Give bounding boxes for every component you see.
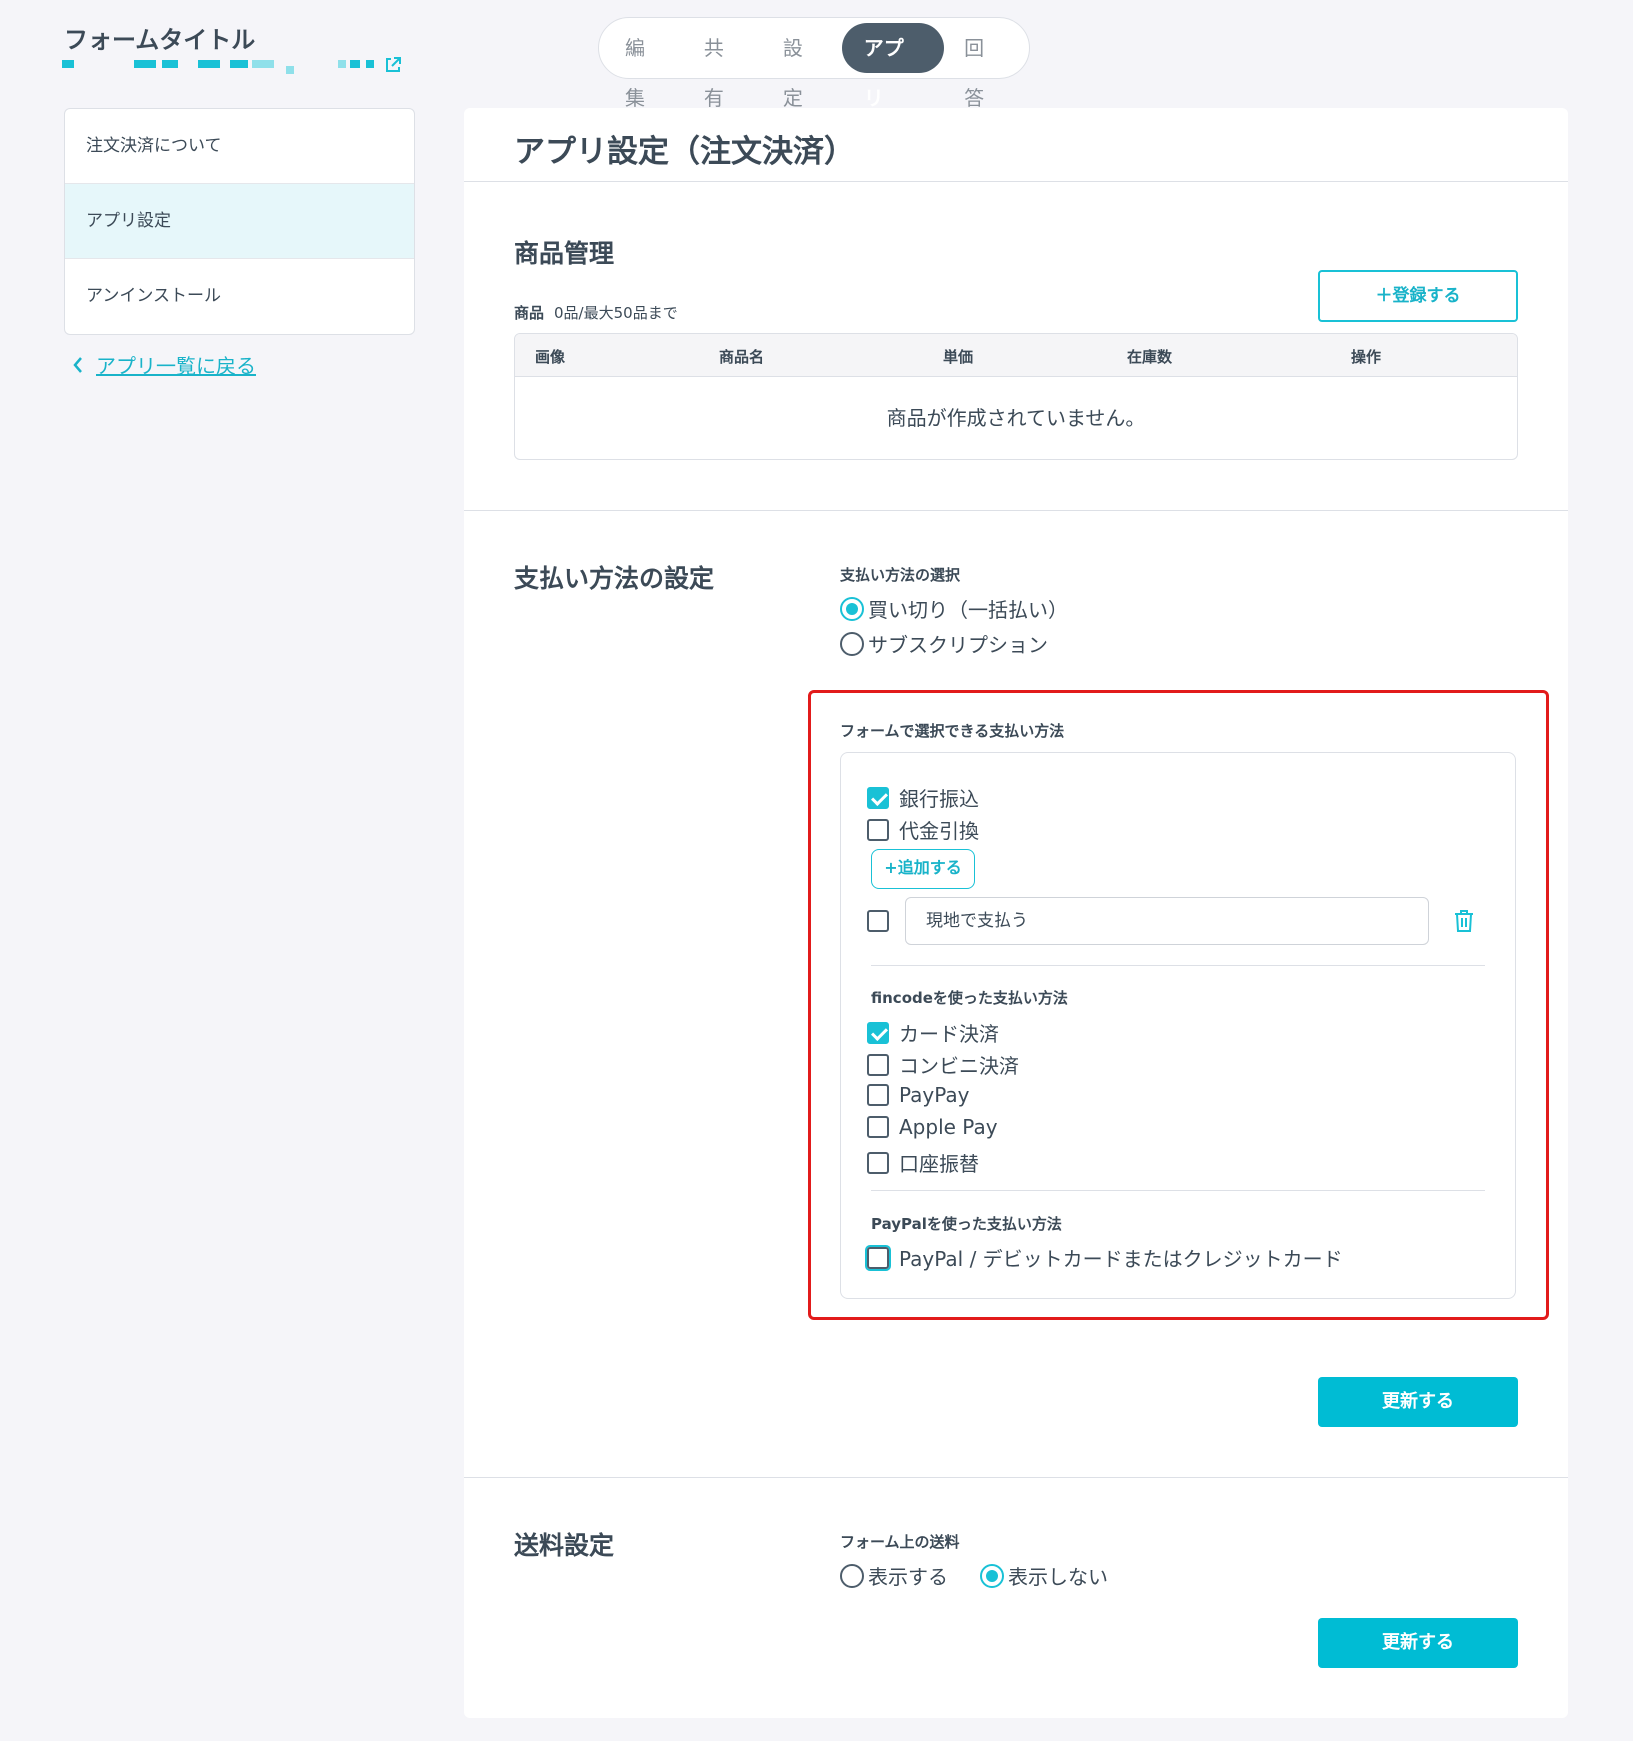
checkbox[interactable] [867,1246,889,1269]
sidebar-item-app-settings[interactable]: アプリ設定 [65,184,414,259]
register-product-button[interactable]: ＋登録する [1318,270,1518,322]
tab-share[interactable]: 共有 [684,23,763,110]
sidebar-item-uninstall[interactable]: アンインストール [65,259,414,334]
form-url-link[interactable] [62,56,406,74]
product-count-label: 商品 [514,304,545,322]
radio-button[interactable] [840,631,864,656]
checkbox-apple-pay[interactable]: Apple Pay [867,1115,998,1139]
radio-button[interactable] [980,1563,1004,1588]
checkbox-label: Apple Pay [899,1115,998,1139]
external-link-icon[interactable] [384,56,402,74]
checkbox-label: カード決済 [899,1022,999,1046]
column-header: 画像 [535,348,566,366]
checkbox-label: 代金引換 [899,819,979,843]
column-header: 在庫数 [1127,348,1173,366]
table-header: 画像 商品名 単価 在庫数 操作 [515,334,1517,377]
checkbox-bank-transfer[interactable]: 銀行振込 [867,783,979,812]
radio-hide-shipping[interactable]: 表示しない [980,1561,1108,1590]
add-payment-method-button[interactable]: +追加する [871,849,975,889]
checkbox[interactable] [867,818,889,841]
top-tabs: 編集 共有 設定 アプリ 回答 [598,17,1030,110]
form-title: フォームタイトル [64,26,256,54]
column-header: 操作 [1351,348,1382,366]
sidebar: 注文決済について アプリ設定 アンインストール [64,108,415,335]
checkbox[interactable] [867,786,889,809]
checkbox-label: 口座振替 [899,1152,979,1176]
tab-app[interactable]: アプリ [841,23,945,110]
checkbox-label: 銀行振込 [899,787,979,811]
shipping-display-label: フォーム上の送料 [840,1533,960,1551]
checkbox-label: PayPay [899,1083,970,1107]
custom-method-input[interactable]: 現地で支払う [905,897,1429,945]
checkbox[interactable] [867,1084,889,1106]
radio-button[interactable] [840,596,864,621]
radio-label: 表示する [868,1565,948,1589]
shipping-section-title: 送料設定 [514,1531,615,1560]
checkbox-paypal[interactable]: PayPal / デビットカードまたはクレジットカード [867,1243,1343,1272]
divider [871,1190,1485,1191]
products-table: 画像 商品名 単価 在庫数 操作 商品が作成されていません。 [514,333,1518,460]
tab-settings[interactable]: 設定 [763,23,842,110]
checkbox-cash-on-delivery[interactable]: 代金引換 [867,815,979,844]
payment-methods-box: 銀行振込 代金引換 +追加する 現地で支払う fincodeを使った支払い方法 … [840,752,1516,1299]
product-count-text: 0品/最大50品まで [554,304,678,322]
checkbox[interactable] [867,1053,889,1076]
checkbox-bank-debit[interactable]: 口座振替 [867,1148,979,1177]
checkbox[interactable] [867,1021,889,1044]
back-link-label: アプリ一覧に戻る [96,354,256,378]
divider [464,1477,1568,1478]
divider [464,181,1568,182]
radio-subscription[interactable]: サブスクリプション [840,629,1048,658]
divider [871,965,1485,966]
column-header: 商品名 [719,348,765,366]
radio-label: 買い切り（一括払い） [868,598,1068,622]
checkbox[interactable] [867,910,889,932]
empty-products-message: 商品が作成されていません。 [886,406,1146,430]
radio-label: サブスクリプション [868,633,1048,657]
tab-responses[interactable]: 回答 [944,23,1023,110]
checkbox-label: PayPal / デビットカードまたはクレジットカード [899,1247,1343,1271]
checkbox-custom-method[interactable] [867,910,889,932]
products-section-title: 商品管理 [514,239,615,268]
radio-label: 表示しない [1008,1565,1108,1589]
update-shipping-button[interactable]: 更新する [1318,1618,1518,1668]
divider [464,510,1568,511]
radio-button[interactable] [840,1563,864,1588]
checkbox[interactable] [867,1116,889,1138]
column-header: 単価 [943,348,974,366]
payment-type-label: 支払い方法の選択 [840,566,961,584]
radio-show-shipping[interactable]: 表示する [840,1561,948,1590]
checkbox-paypay[interactable]: PayPay [867,1083,970,1107]
checkbox-convenience-store[interactable]: コンビニ決済 [867,1050,1019,1079]
tab-edit[interactable]: 編集 [605,23,684,110]
checkbox-label: コンビニ決済 [899,1054,1019,1078]
trash-icon[interactable] [1453,909,1475,933]
radio-one-time[interactable]: 買い切り（一括払い） [840,594,1068,623]
checkbox[interactable] [867,1151,889,1174]
chevron-left-icon [73,356,82,373]
paypal-methods-label: PayPalを使った支払い方法 [871,1215,1062,1233]
update-payment-button[interactable]: 更新する [1318,1377,1518,1427]
page-title: アプリ設定（注文決済） [514,134,855,170]
checkbox-card-payment[interactable]: カード決済 [867,1018,999,1047]
back-to-app-list-link[interactable]: アプリ一覧に戻る [72,350,256,379]
fincode-methods-label: fincodeを使った支払い方法 [871,989,1068,1007]
payment-section-title: 支払い方法の設定 [514,564,715,593]
sidebar-item-about[interactable]: 注文決済について [65,109,414,184]
